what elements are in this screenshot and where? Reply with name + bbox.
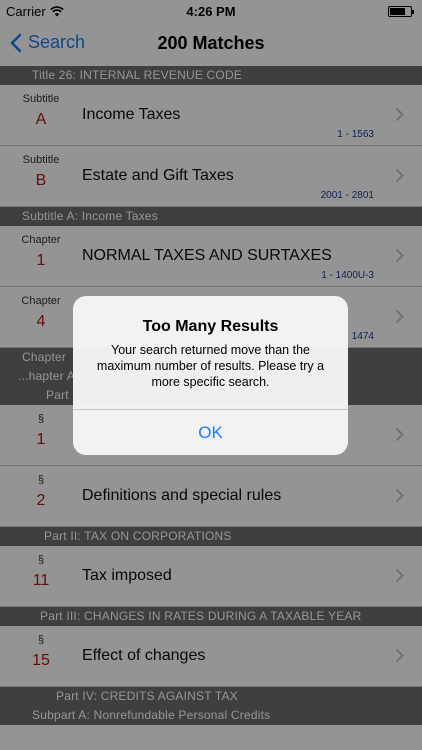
alert-title: Too Many Results [142,318,279,335]
ok-button[interactable]: OK [73,410,348,455]
alert-message: Your search returned move than the maxim… [96,343,325,389]
alert-dialog: Too Many Results Your search returned mo… [73,296,348,455]
